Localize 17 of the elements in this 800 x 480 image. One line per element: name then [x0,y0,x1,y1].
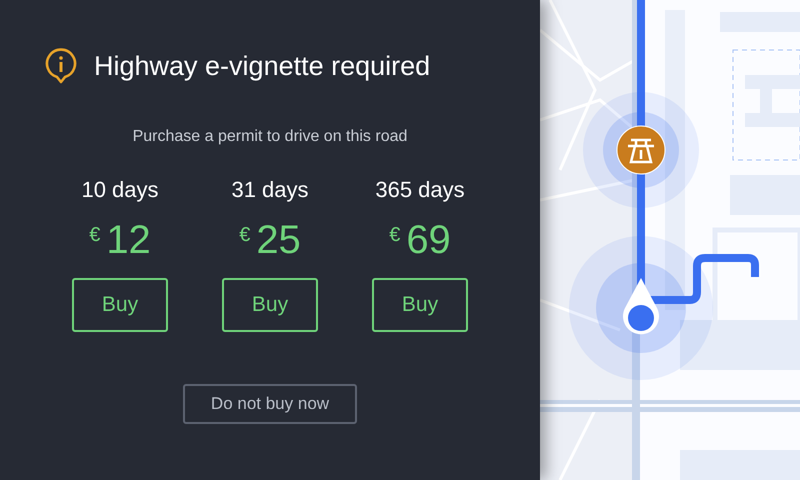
currency-symbol: € [239,222,250,248]
duration-label: 365 days [375,176,465,204]
currency-symbol: € [389,222,400,248]
currency-symbol: € [89,222,100,248]
dismiss-button[interactable]: Do not buy now [183,384,357,424]
highway-icon [616,125,666,175]
buy-button[interactable]: Buy [222,278,318,332]
dialog-title: Highway e-vignette required [94,50,430,83]
duration-label: 10 days [81,176,159,204]
info-icon [44,47,78,86]
buy-button[interactable]: Buy [372,278,468,332]
price: 25 [256,216,301,264]
price: 12 [106,216,151,264]
price: 69 [406,216,451,264]
duration-label: 31 days [231,176,309,204]
buy-button[interactable]: Buy [72,278,168,332]
subtitle: Purchase a permit to drive on this road [132,126,408,146]
